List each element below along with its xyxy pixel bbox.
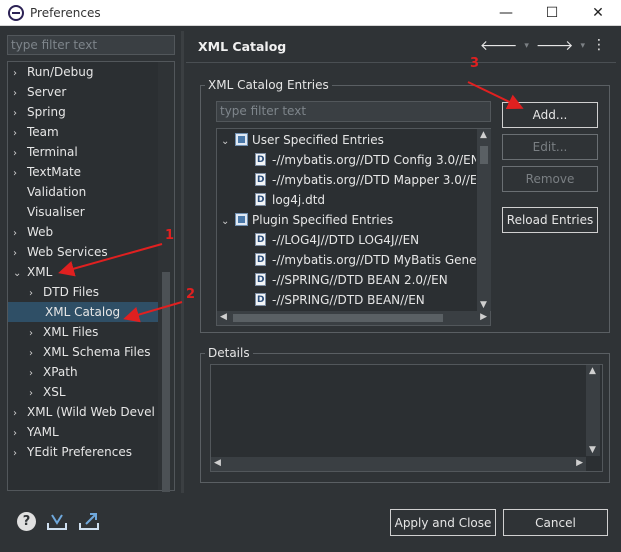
annotation-label-3: 3 (470, 56, 480, 71)
annotation-arrows (58, 81, 524, 323)
annotation-arrow-1 (58, 243, 163, 277)
annotation-label-1: 1 (165, 228, 175, 243)
annotation-arrow-3 (467, 81, 524, 110)
annotation-label-2: 2 (186, 287, 196, 302)
annotation-arrow-2 (123, 301, 183, 323)
